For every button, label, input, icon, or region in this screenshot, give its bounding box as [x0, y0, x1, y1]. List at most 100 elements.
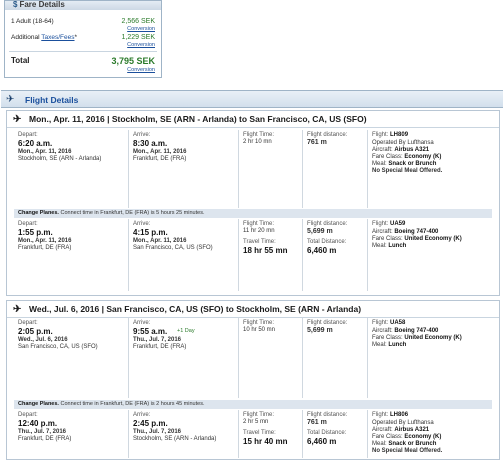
- flight-segment: Depart: 1:55 p.m. Mon., Apr. 11, 2016 Frank…: [0, 219, 504, 291]
- column-divider: [238, 130, 239, 208]
- column-divider: [367, 219, 368, 291]
- flight-distance-value: 5,699 m: [307, 327, 333, 334]
- flight-distance-label: Flight distance:: [307, 221, 348, 227]
- fare-class-label: Fare Class:: [372, 335, 403, 341]
- total-conversion-link[interactable]: Conversion: [127, 67, 155, 73]
- fare-details-header: $ Fare Details: [5, 1, 161, 10]
- total-distance-label: Total Distance:: [307, 430, 347, 436]
- meal-line: Meal: Lunch: [372, 243, 406, 251]
- arrive-time: 9:55 a.m.: [133, 327, 168, 336]
- flight-number: UA58: [390, 320, 406, 326]
- airplane-icon: ✈: [13, 304, 22, 315]
- column-divider: [302, 130, 303, 208]
- arrive-place: San Francisco, CA, US (SFO): [133, 245, 213, 251]
- column-divider: [367, 130, 368, 208]
- column-divider: [128, 318, 129, 398]
- total-distance-value: 6,460 m: [307, 437, 337, 446]
- change-planes-notice: Change Planes. Connect time in Frankfurt…: [14, 400, 492, 409]
- column-divider: [238, 318, 239, 398]
- total-distance-value: 6,460 m: [307, 246, 337, 255]
- flight-label: Flight:: [372, 412, 389, 418]
- aircraft-label: Aircraft:: [372, 147, 393, 153]
- flight-number-line: Flight: UA58: [372, 320, 405, 328]
- arrive-place: Frankfurt, DE (FRA): [133, 344, 187, 350]
- travel-time-value: 18 hr 55 mn: [243, 246, 288, 255]
- flight-number: UA59: [390, 221, 406, 227]
- flight-time-value: 2 hr 5 mn: [243, 419, 269, 425]
- arrive-time: 4:15 p.m.: [133, 228, 168, 237]
- flight-segment: Depart: 6:20 a.m. Mon., Apr. 11, 2016 Stock…: [0, 130, 504, 208]
- flight-label: Flight:: [372, 132, 389, 138]
- flight-time-label: Flight Time:: [243, 221, 275, 227]
- flight-number: LH809: [390, 132, 409, 138]
- depart-place: San Francisco, CA, US (SFO): [18, 344, 98, 350]
- arrive-place: Frankfurt, DE (FRA): [133, 156, 187, 162]
- return-trip-title: Wed., Jul. 6, 2016 | San Francisco, CA, …: [29, 304, 362, 314]
- meal-value: Lunch: [388, 342, 407, 348]
- arrive-label: Arrive:: [133, 320, 151, 326]
- adult-price: 2,566 SEK: [121, 18, 155, 25]
- fare-class-label: Fare Class:: [372, 236, 403, 242]
- airplane-icon: ✈: [13, 114, 22, 125]
- meal-line: Meal: Lunch: [372, 342, 406, 350]
- flight-label: Flight:: [372, 320, 389, 326]
- travel-time-value: 15 hr 40 mn: [243, 437, 288, 446]
- aircraft-value: Boeing 747-400: [394, 229, 439, 235]
- depart-time: 1:55 p.m.: [18, 228, 53, 237]
- taxes-conversion-link[interactable]: Conversion: [127, 42, 155, 48]
- flight-number-line: Flight: LH809: [372, 132, 408, 140]
- change-planes-label: Change Planes.: [18, 401, 59, 407]
- arrive-time: 8:30 a.m.: [133, 139, 168, 148]
- depart-time: 6:20 a.m.: [18, 139, 53, 148]
- flight-segment: Depart: 2:05 p.m. Wed., Jul. 6, 2016 San Fr…: [0, 318, 504, 398]
- meal-value: Lunch: [388, 243, 407, 249]
- depart-place: Frankfurt, DE (FRA): [18, 436, 72, 442]
- depart-time: 2:05 p.m.: [18, 327, 53, 336]
- aircraft-value: Airbus A321: [394, 147, 430, 153]
- change-planes-notice: Change Planes. Connect time in Frankfurt…: [14, 209, 492, 218]
- arrive-label: Arrive:: [133, 132, 151, 138]
- column-divider: [302, 219, 303, 291]
- arrive-place: Stockholm, SE (ARN - Arlanda): [133, 436, 217, 442]
- special-meal: No Special Meal Offered.: [372, 168, 443, 174]
- column-divider: [128, 219, 129, 291]
- flight-details-bar: ✈ Flight Details: [1, 90, 503, 108]
- total-label: Total: [11, 56, 30, 65]
- fare-details-title: Fare Details: [19, 1, 65, 9]
- meal-label: Meal:: [372, 161, 387, 167]
- arrive-label: Arrive:: [133, 221, 151, 227]
- flight-time-label: Flight Time:: [243, 132, 275, 138]
- depart-time: 12:40 p.m.: [18, 419, 58, 428]
- meal-label: Meal:: [372, 441, 387, 447]
- aircraft-label: Aircraft:: [372, 427, 393, 433]
- flight-distance-label: Flight distance:: [307, 132, 348, 138]
- flight-time-value: 11 hr 20 mn: [243, 228, 275, 234]
- fare-class-value: United Economy (K): [404, 335, 462, 341]
- flight-number: LH806: [390, 412, 409, 418]
- return-trip-header: ✈ Wed., Jul. 6, 2016 | San Francisco, CA,…: [7, 301, 499, 318]
- arrive-label: Arrive:: [133, 412, 151, 418]
- fare-divider: [9, 51, 157, 52]
- flight-number-line: Flight: LH806: [372, 412, 408, 420]
- taxes-fees-link[interactable]: Taxes/Fees: [41, 34, 74, 41]
- flight-details-title: Flight Details: [25, 95, 79, 105]
- meal-label: Meal:: [372, 342, 387, 348]
- taxes-price: 1,229 SEK: [121, 34, 155, 41]
- total-distance-label: Total Distance:: [307, 239, 347, 245]
- depart-label: Depart:: [18, 412, 38, 418]
- fare-class-value: United Economy (K): [404, 236, 462, 242]
- fare-class-value: Economy (K): [404, 434, 442, 440]
- column-divider: [302, 318, 303, 398]
- flight-distance-label: Flight distance:: [307, 320, 348, 326]
- column-divider: [302, 410, 303, 458]
- column-divider: [238, 410, 239, 458]
- taxes-asterisk: *: [74, 34, 78, 41]
- arrive-time: 2:45 p.m.: [133, 419, 168, 428]
- flight-distance-label: Flight distance:: [307, 412, 348, 418]
- special-meal: No Special Meal Offered.: [372, 448, 443, 454]
- travel-time-label: Travel Time:: [243, 430, 276, 436]
- adult-conversion-link[interactable]: Conversion: [127, 26, 155, 32]
- depart-label: Depart:: [18, 221, 38, 227]
- flight-time-label: Flight Time:: [243, 412, 275, 418]
- fare-details-box: $ Fare Details 1 Adult (18-64) 2,566 SEK …: [4, 0, 162, 78]
